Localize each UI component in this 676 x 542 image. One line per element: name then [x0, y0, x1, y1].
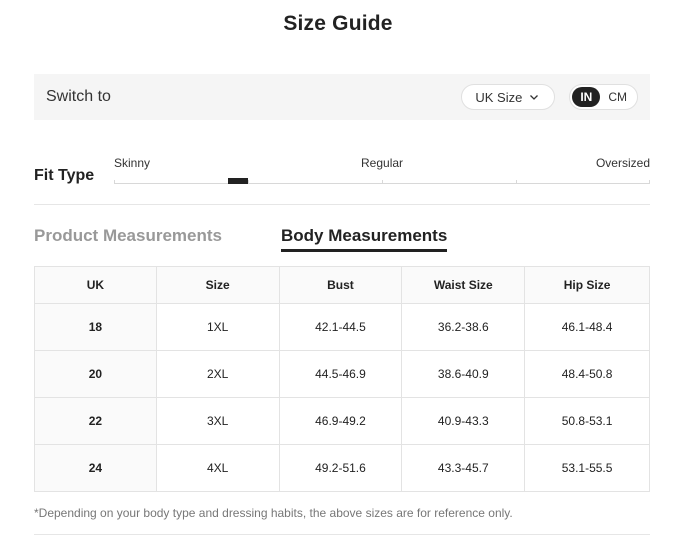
divider — [34, 204, 650, 205]
column-header-uk: UK — [34, 266, 157, 304]
divider — [34, 534, 650, 535]
size-cell: 3XL — [155, 397, 280, 445]
column-header-bust: Bust — [278, 266, 403, 304]
fit-tick — [649, 180, 650, 184]
table-row: 20 2XL 44.5-46.9 38.6-40.9 48.4-50.8 — [34, 350, 650, 398]
uk-size-cell: 22 — [34, 397, 157, 445]
column-header-size: Size — [155, 266, 280, 304]
hip-cell: 48.4-50.8 — [524, 350, 650, 398]
tab-body-measurements[interactable]: Body Measurements — [281, 226, 448, 252]
table-row: 24 4XL 49.2-51.6 43.3-45.7 53.1-55.5 — [34, 444, 650, 492]
fit-label-regular: Regular — [361, 156, 404, 170]
size-system-select[interactable]: UK Size — [461, 84, 556, 110]
fit-tick — [248, 180, 249, 184]
unit-option-cm[interactable]: CM — [600, 87, 635, 107]
hip-cell: 46.1-48.4 — [524, 303, 650, 351]
waist-cell: 43.3-45.7 — [401, 444, 526, 492]
waist-cell: 38.6-40.9 — [401, 350, 526, 398]
table-row: 18 1XL 42.1-44.5 36.2-38.6 46.1-48.4 — [34, 303, 650, 351]
size-system-value: UK Size — [475, 89, 523, 105]
switch-label: Switch to — [46, 88, 111, 105]
table-header-row: UK Size Bust Waist Size Hip Size — [34, 266, 650, 304]
switch-controls: UK Size IN CM — [461, 84, 638, 110]
uk-size-cell: 24 — [34, 444, 157, 492]
hip-cell: 53.1-55.5 — [524, 444, 650, 492]
fit-type-marker — [228, 178, 248, 184]
waist-cell: 40.9-43.3 — [401, 397, 526, 445]
bust-cell: 44.5-46.9 — [278, 350, 403, 398]
fit-type-labels: Skinny Regular Oversized — [114, 156, 650, 172]
size-cell: 2XL — [155, 350, 280, 398]
table-row: 22 3XL 46.9-49.2 40.9-43.3 50.8-53.1 — [34, 397, 650, 445]
hip-cell: 50.8-53.1 — [524, 397, 650, 445]
size-cell: 4XL — [155, 444, 280, 492]
reference-note: *Depending on your body type and dressin… — [34, 506, 513, 520]
bust-cell: 42.1-44.5 — [278, 303, 403, 351]
chevron-down-icon — [530, 95, 539, 100]
size-table: UK Size Bust Waist Size Hip Size 18 1XL … — [34, 266, 650, 492]
fit-type-title: Fit Type — [34, 167, 95, 184]
unit-option-in[interactable]: IN — [572, 87, 601, 107]
column-header-hip: Hip Size — [524, 266, 650, 304]
bust-cell: 46.9-49.2 — [278, 397, 403, 445]
uk-size-cell: 20 — [34, 350, 157, 398]
fit-label-skinny: Skinny — [114, 156, 151, 170]
size-cell: 1XL — [155, 303, 280, 351]
bust-cell: 49.2-51.6 — [278, 444, 403, 492]
tab-product-measurements[interactable]: Product Measurements — [34, 226, 222, 246]
unit-toggle[interactable]: IN CM — [569, 84, 638, 110]
fit-tick — [516, 180, 517, 184]
fit-tick — [382, 180, 383, 184]
fit-type-scale — [114, 180, 650, 184]
page-title: Size Guide — [283, 12, 393, 35]
switch-bar: Switch to UK Size IN CM — [34, 74, 650, 120]
waist-cell: 36.2-38.6 — [401, 303, 526, 351]
uk-size-cell: 18 — [34, 303, 157, 351]
fit-label-oversized: Oversized — [595, 156, 650, 170]
fit-tick — [114, 180, 115, 184]
column-header-waist: Waist Size — [401, 266, 526, 304]
